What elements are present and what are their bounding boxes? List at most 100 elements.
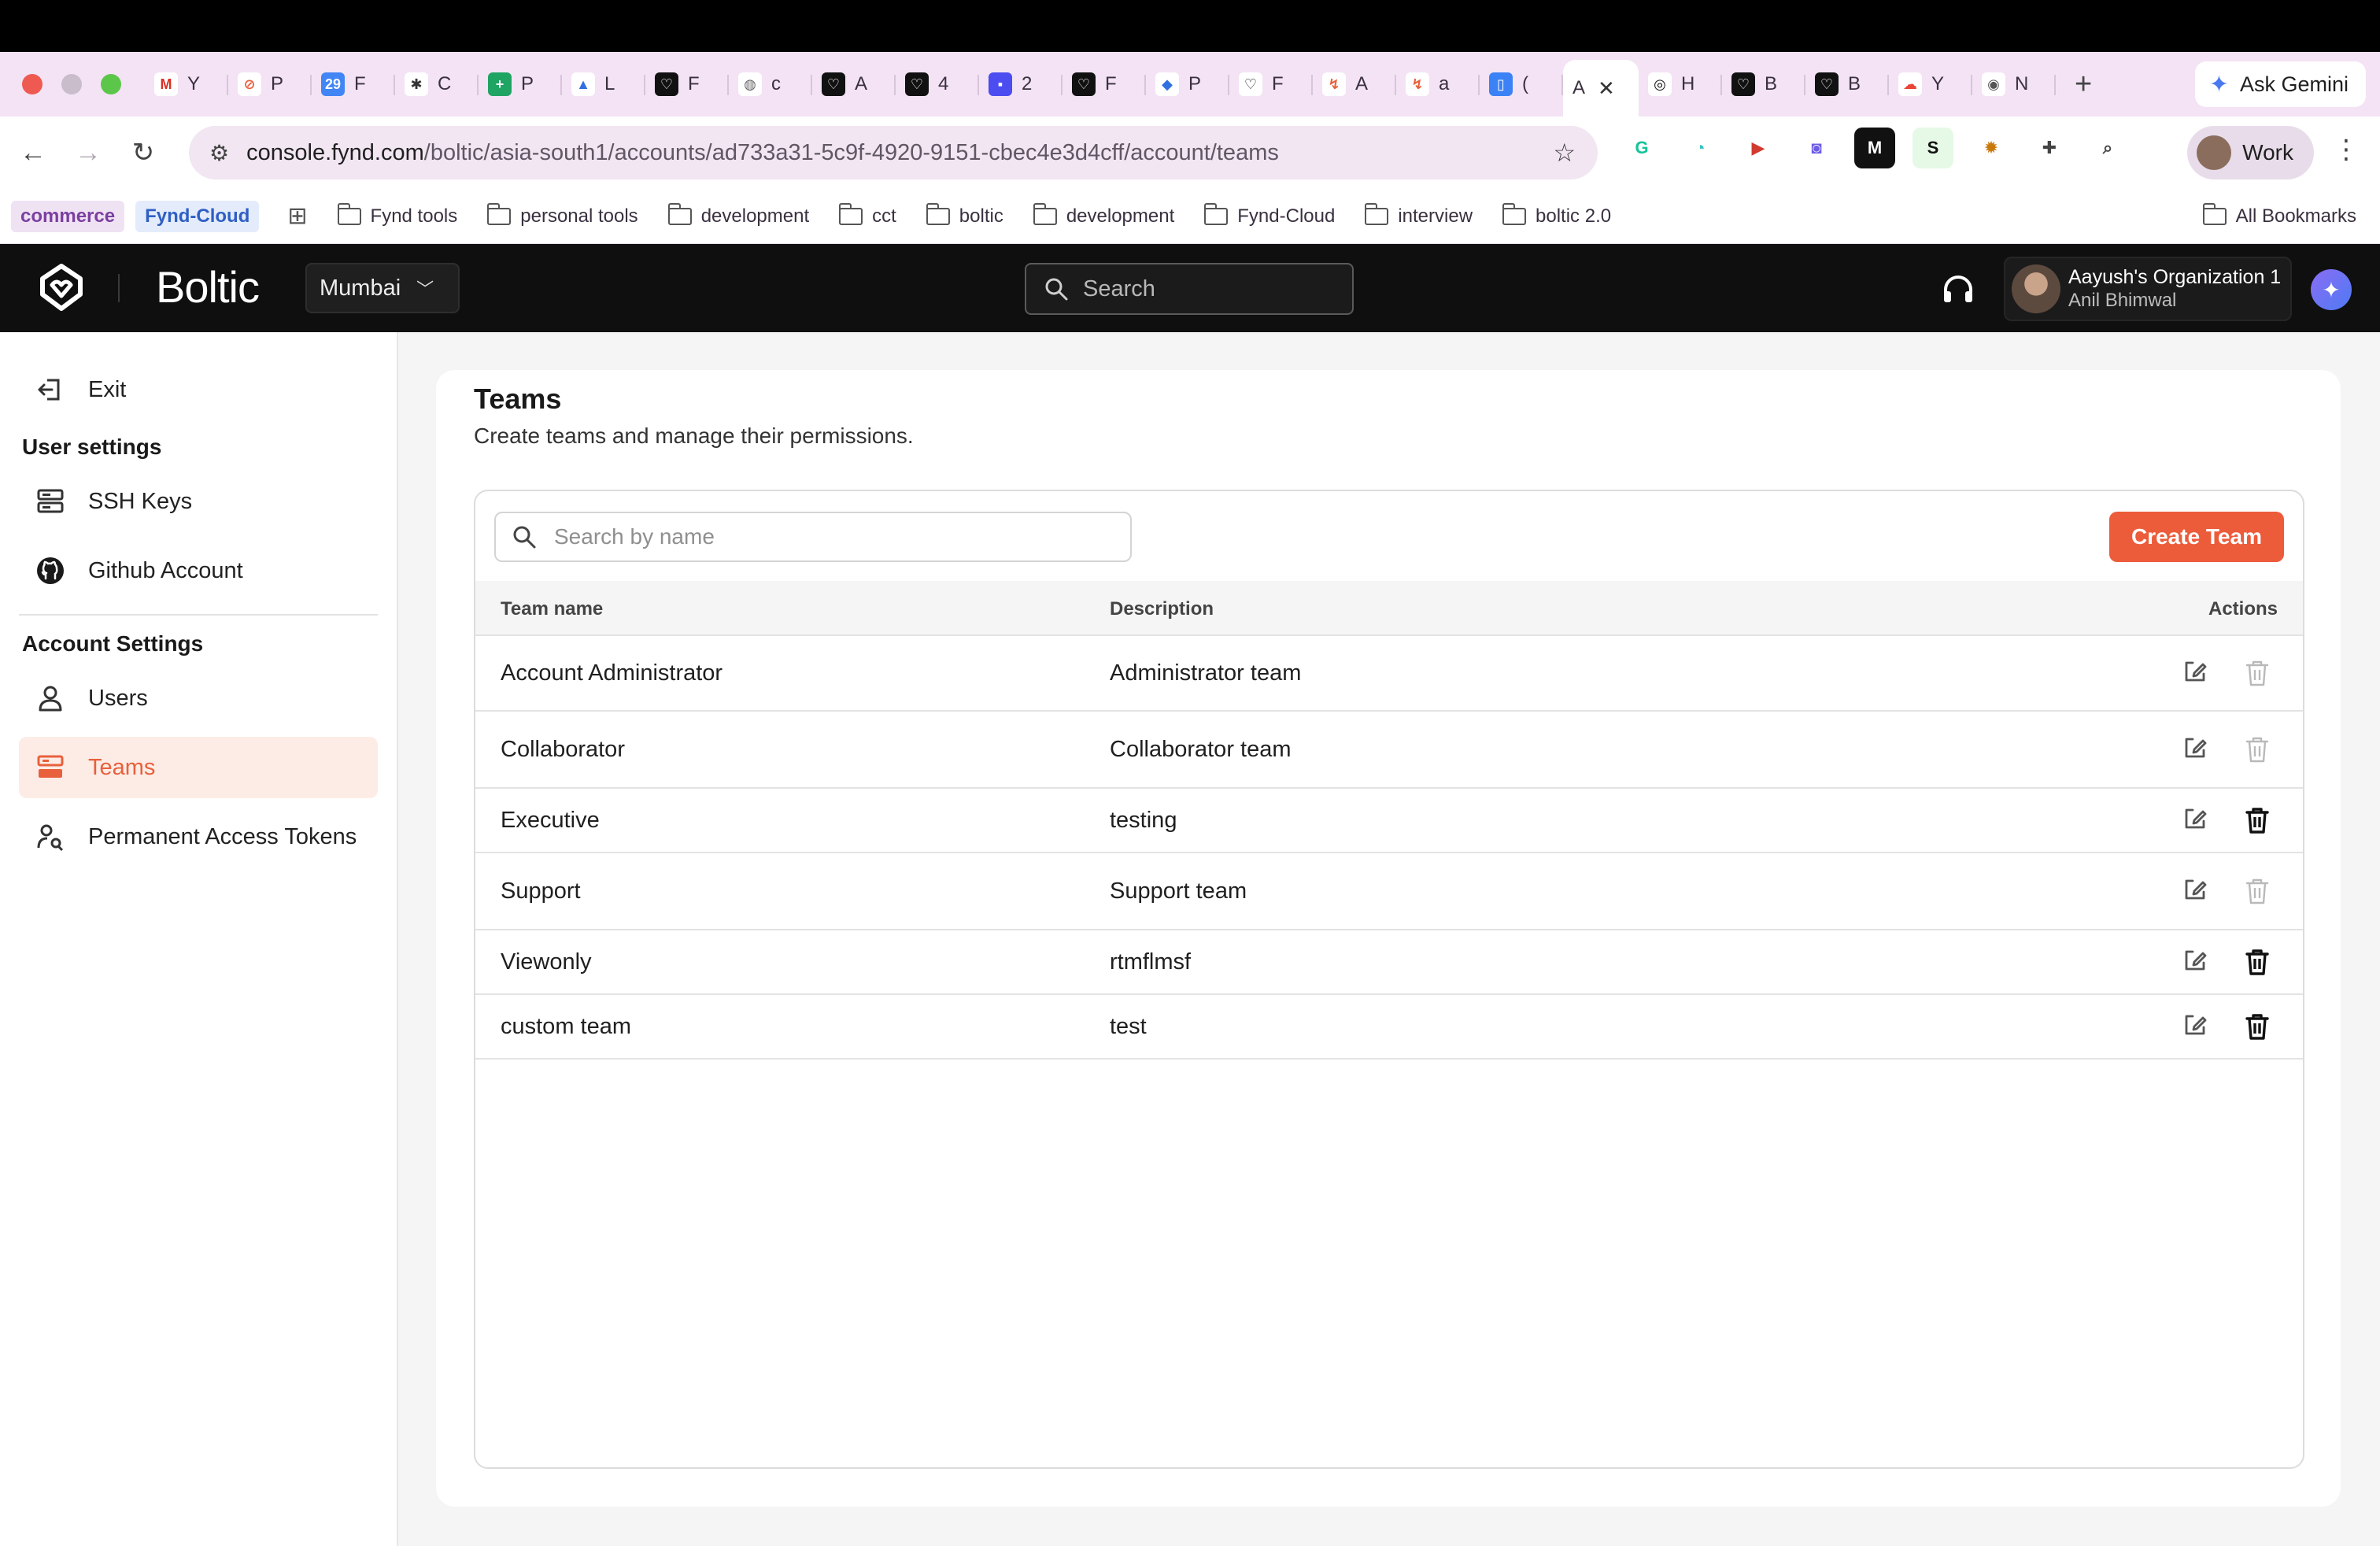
browser-tab[interactable]: ◉ N <box>1972 59 2056 109</box>
bookmark-folder-label: boltic <box>959 205 1003 227</box>
all-bookmarks-button[interactable]: All Bookmarks <box>2202 202 2356 227</box>
browser-tab[interactable]: ▲ L <box>562 59 645 109</box>
edit-icon[interactable] <box>2182 1012 2208 1038</box>
fynd-icon: ♡ <box>1072 72 1096 96</box>
new-tab-button[interactable]: + <box>2075 68 2092 102</box>
bookmark-folder[interactable]: boltic 2.0 <box>1502 202 1611 227</box>
browser-tab[interactable]: ♡ B <box>1805 59 1889 109</box>
browser-tab[interactable]: ♡ F <box>645 59 729 109</box>
boltic-logo-icon[interactable] <box>36 263 87 313</box>
trash-icon[interactable] <box>2243 1012 2271 1041</box>
browser-menu-icon[interactable]: ⋮ <box>2333 134 2360 165</box>
edit-icon[interactable] <box>2182 805 2208 832</box>
bookmark-folder[interactable]: Fynd-Cloud <box>1204 202 1335 227</box>
address-bar[interactable]: ⚙ console.fynd.com/boltic/asia-south1/ac… <box>189 126 1598 179</box>
bookmark-star-icon[interactable]: ☆ <box>1553 138 1576 168</box>
profile-button[interactable]: Work <box>2187 126 2314 179</box>
bookmark-folder[interactable]: interview <box>1365 202 1473 227</box>
browser-tab-active[interactable]: A ✕ <box>1563 60 1639 117</box>
forward-icon[interactable]: ▶ <box>1738 128 1779 168</box>
grammarly-icon[interactable]: G <box>1621 128 1662 168</box>
browser-tab[interactable]: ♡ F <box>1062 59 1146 109</box>
profile-avatar <box>2197 135 2232 170</box>
browser-tab[interactable]: ♡ F <box>1229 59 1313 109</box>
bookmark-folder[interactable]: development <box>1033 202 1174 227</box>
bookmark-commerce[interactable]: commerce <box>11 200 125 232</box>
organization-switcher[interactable]: Aayush's Organization 1 Anil Bhimwal <box>2004 257 2292 321</box>
screen-icon[interactable]: ◙ <box>1796 128 1837 168</box>
timer-icon[interactable]: ◔ <box>1680 128 1720 168</box>
tab-title: B <box>1848 73 1861 94</box>
edit-icon[interactable] <box>2182 658 2208 685</box>
global-search[interactable]: Search <box>1025 263 1354 315</box>
edit-icon[interactable] <box>2182 734 2208 761</box>
browser-tab[interactable]: ✱ C <box>395 59 479 109</box>
azure-icon: ◆ <box>1155 72 1179 96</box>
back-arrow-icon[interactable]: ← <box>11 138 55 168</box>
maximize-window-button[interactable] <box>101 74 121 94</box>
browser-tab[interactable]: MY <box>145 59 228 109</box>
site-settings-icon[interactable]: ⚙ <box>209 140 229 166</box>
fynd-outline-icon: ♡ <box>1239 72 1262 96</box>
edit-icon[interactable] <box>2182 876 2208 903</box>
sidebar-item-access-tokens[interactable]: Permanent Access Tokens <box>19 806 378 867</box>
bookmark-folders: Fynd tools personal tools development cct bo… <box>308 202 1611 227</box>
column-header-team-name: Team name <box>501 598 604 620</box>
browser-tab[interactable]: ◎ H <box>1639 59 1722 109</box>
bookmark-fynd-cloud[interactable]: Fynd-Cloud <box>135 200 260 232</box>
browser-tab[interactable]: ◍ c <box>729 59 812 109</box>
browser-tab[interactable]: ☁ Y <box>1889 59 1972 109</box>
minimize-window-button[interactable] <box>61 74 82 94</box>
medium-icon[interactable]: M <box>1854 128 1895 168</box>
chrome-icon: ◉ <box>1982 72 2005 96</box>
edit-icon[interactable] <box>2182 947 2208 974</box>
browser-tab[interactable]: ▪ 2 <box>979 59 1062 109</box>
browser-tab[interactable]: ♡ A <box>812 59 896 109</box>
bookmark-folder[interactable]: boltic <box>926 202 1003 227</box>
tab-title: 4 <box>938 73 949 94</box>
sidebar-item-github[interactable]: Github Account <box>19 540 378 601</box>
sidebar-item-label: Exit <box>88 376 127 402</box>
lens-icon[interactable]: ⌕ <box>2087 128 2128 168</box>
bookmark-folder[interactable]: Fynd tools <box>337 202 457 227</box>
region-selector[interactable]: Mumbai ﹀ <box>305 263 460 313</box>
browser-tab[interactable]: ♡ B <box>1722 59 1805 109</box>
close-window-button[interactable] <box>22 74 42 94</box>
user-key-icon <box>37 824 64 852</box>
bug-icon[interactable]: ✹ <box>1971 128 2012 168</box>
s-icon[interactable]: S <box>1913 128 1953 168</box>
forward-arrow-icon[interactable]: → <box>66 138 110 168</box>
sidebar-item-ssh-keys[interactable]: SSH Keys <box>19 471 378 532</box>
team-search-input[interactable] <box>554 524 1105 549</box>
browser-tab[interactable]: 29 F <box>312 59 395 109</box>
team-name-cell: Viewonly <box>501 949 592 975</box>
reload-icon[interactable]: ↻ <box>121 137 165 168</box>
tab-title: P <box>271 73 284 94</box>
create-team-button[interactable]: Create Team <box>2109 512 2284 562</box>
sidebar-item-exit[interactable]: Exit <box>19 359 378 420</box>
headset-icon[interactable] <box>1941 272 1975 307</box>
bookmark-folder[interactable]: development <box>667 202 809 227</box>
puzzle-icon[interactable]: ✚ <box>2029 128 2070 168</box>
browser-tab[interactable]: ▯( <box>1480 59 1563 109</box>
browser-tab[interactable]: ↯ A <box>1313 59 1396 109</box>
trash-icon[interactable] <box>2243 805 2271 835</box>
tab-title: F <box>354 73 366 94</box>
apps-grid-icon[interactable]: ⊞ <box>287 202 307 230</box>
browser-tab[interactable]: ⊘ P <box>228 59 312 109</box>
team-search-box[interactable] <box>494 512 1132 562</box>
browser-tab[interactable]: ♡ 4 <box>896 59 979 109</box>
gemini-sparkle-icon: ✦ <box>2208 71 2229 98</box>
bookmark-folder[interactable]: personal tools <box>487 202 638 227</box>
browser-tab[interactable]: + P <box>479 59 562 109</box>
close-tab-icon[interactable]: ✕ <box>1598 76 1615 101</box>
folder-icon <box>926 202 950 225</box>
browser-tab[interactable]: ↯ a <box>1396 59 1480 109</box>
trash-icon[interactable] <box>2243 947 2271 977</box>
bookmark-folder[interactable]: cct <box>839 202 896 227</box>
sidebar-item-teams[interactable]: Teams <box>19 737 378 798</box>
sidebar-item-users[interactable]: Users <box>19 668 378 729</box>
browser-tab[interactable]: ◆ P <box>1146 59 1229 109</box>
ask-gemini-button[interactable]: ✦ Ask Gemini <box>2194 61 2366 107</box>
ai-assistant-button[interactable]: ✦ <box>2311 269 2352 310</box>
